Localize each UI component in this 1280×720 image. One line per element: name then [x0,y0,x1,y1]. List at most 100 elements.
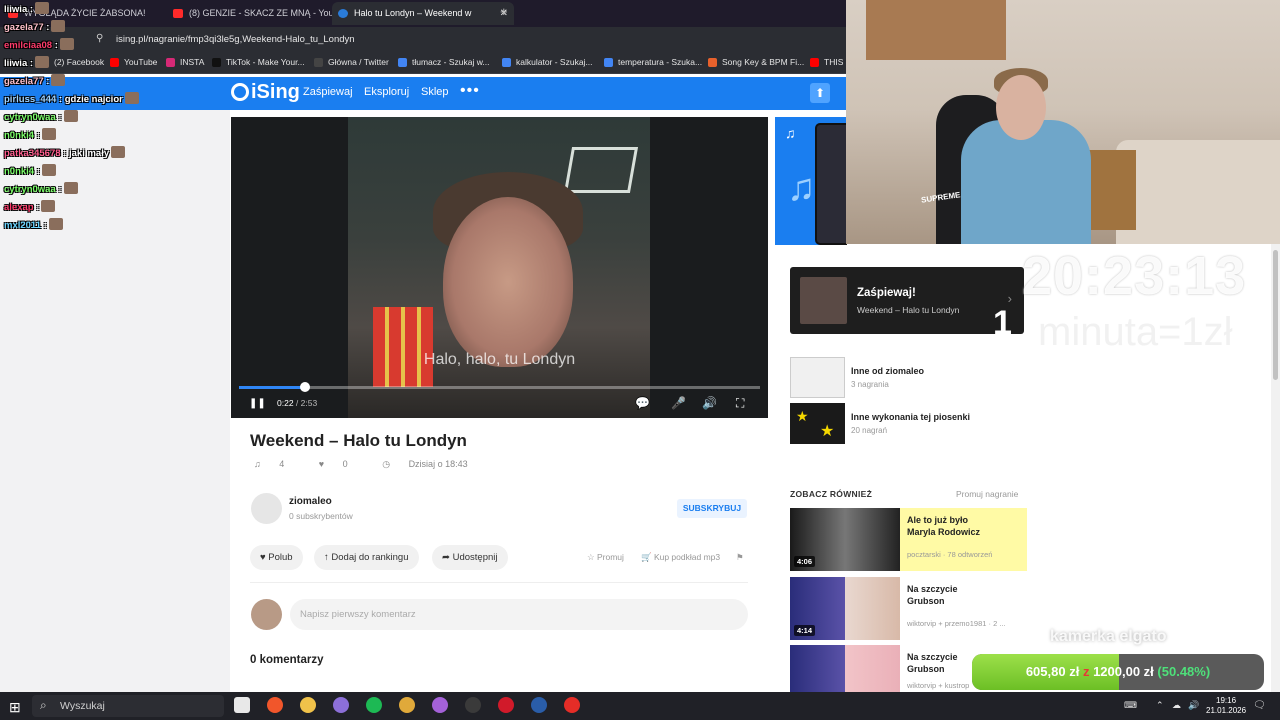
folder-icon[interactable] [300,697,316,713]
nav-eksploruj[interactable]: Eksploruj [364,86,409,98]
recommendation-item[interactable]: 4:06 Ale to już było Maryla Rodowicz poc… [790,508,1027,571]
overlay-counter: 1 [993,304,1012,342]
bookmark-item[interactable]: Główna / Twitter [314,57,389,67]
chrome-icon[interactable] [333,697,349,713]
app-icon[interactable] [432,697,448,713]
bookmark-item[interactable]: kalkulator - Szukaj... [502,57,593,67]
chat-username: patka345678 [4,148,61,159]
sing-this-song-card[interactable]: Zaśpiewaj! Weekend – Halo tu Londyn › [790,267,1024,334]
chat-separator: : [27,58,34,69]
chat-message: gazela77 : [4,20,66,33]
notification-icon[interactable]: 🗨 [1253,700,1266,711]
promote-recording-link[interactable]: Promuj nagranie [956,489,1018,499]
media-icon[interactable] [399,697,415,713]
chat-separator: : [27,4,34,15]
report-flag-icon[interactable]: ⚑ [736,552,744,563]
windows-start-icon[interactable]: ⊞ [9,699,21,716]
bookmark-icon [314,58,323,67]
related-thumbnail[interactable] [790,357,845,398]
related-title[interactable]: Inne od ziomaleo [851,366,924,376]
pause-icon[interactable]: ❚❚ [249,398,266,409]
network-icon[interactable]: ☁ [1172,700,1181,711]
bookmark-item[interactable]: TikTok - Make Your... [212,57,305,67]
bookmark-item[interactable]: INSTA [166,57,204,67]
add-to-ranking-button[interactable]: ↑ Dodaj do rankingu [314,545,419,570]
video-frame [348,117,650,418]
keyboard-icon[interactable]: ⌨ [1124,700,1137,711]
recommendation-title-text: Ale to już było Maryla Rodowicz [907,515,981,537]
volume-icon[interactable]: 🔊 [1188,700,1199,711]
search-label[interactable]: Wyszukaj [60,700,105,712]
volume-icon[interactable]: 🔊 [702,396,717,410]
youtube-icon[interactable] [564,697,580,713]
streamer-head [996,75,1046,140]
author-name[interactable]: ziomaleo [289,496,332,507]
chat-username: mxl2011 [4,220,41,231]
sing-card-title: Zaśpiewaj! [857,287,916,299]
scrollbar-thumb[interactable] [1273,250,1278,380]
recommendation-item[interactable]: 4:14 Na szczycie Grubson wiktorvip + prz… [790,577,1027,640]
fullscreen-icon[interactable]: ⛶ [736,396,744,411]
related-thumbnail[interactable]: ★ ★ [790,403,845,444]
video-progress-bar[interactable] [239,382,760,392]
bookmark-item[interactable]: YouTube [110,57,157,67]
bookmark-icon [810,58,819,67]
promote-button[interactable]: ☆ Promuj [587,552,624,563]
address-bar[interactable]: ⚲ ising.pl/nagranie/fmp3qi3le5g,Weekend-… [0,27,846,53]
subtitles-icon[interactable]: 💬 [635,396,650,410]
bookmark-icon [708,58,717,67]
browser-tab-active[interactable]: Halo tu Londyn – Weekend w ✕ [332,2,514,25]
chat-separator: : [33,202,40,213]
bookmark-item[interactable]: tłumacz - Szukaj w... [398,57,489,67]
bookmark-label: Główna / Twitter [328,57,389,67]
taskbar-clock[interactable]: 19:16 21.01.2026 [1206,696,1246,716]
overlay-rate: minuta=1zł [1038,310,1233,354]
bookmark-icon [212,58,221,67]
site-info-icon[interactable]: ⚲ [96,33,103,44]
brave-icon[interactable] [267,697,283,713]
obs-icon[interactable] [465,697,481,713]
like-button[interactable]: ♥ Polub [250,545,303,570]
phone-image [815,123,847,245]
share-button[interactable]: ➦ Udostępnij [432,545,508,570]
bookmark-item[interactable]: (2) Facebook [40,57,104,67]
bookmark-item[interactable]: Song Key & BPM Fi... [708,57,804,67]
file-icon[interactable] [234,697,250,713]
opera-icon[interactable] [498,697,514,713]
nav-sklep[interactable]: Sklep [421,86,449,98]
buy-backing-track-button[interactable]: 🛒 Kup podkład mp3 [641,552,720,563]
chat-username: cytryn0waa [4,112,56,123]
chat-emote-icon [41,200,56,212]
related-title[interactable]: Inne wykonania tej piosenki [851,412,970,422]
comment-input[interactable]: Napisz pierwszy komentarz [290,599,748,630]
nav-zaspiewaj[interactable]: Zaśpiewaj [303,86,353,98]
chat-text: jaki mały [66,148,110,159]
url-text[interactable]: ising.pl/nagranie/fmp3qi3le5g,Weekend-Ha… [116,34,355,45]
steam-icon[interactable] [531,697,547,713]
video-player[interactable]: Halo, halo, tu Londyn ❚❚ 0:22 / 2:53 💬 🎤… [231,117,768,418]
browser-tab-2[interactable]: (8) GENZIE - SKACZ ZE MNĄ - YouTu [167,4,347,23]
page-scrollbar[interactable] [1271,244,1280,692]
search-icon: ⌕ [40,698,47,712]
chat-separator: : [40,220,47,231]
video-progress-knob[interactable] [300,382,311,392]
chat-separator: : [52,40,58,51]
promo-banner[interactable]: ♫ ♫ [775,117,847,245]
author-avatar[interactable] [251,493,282,524]
related-subtitle: 20 nagrań [851,426,888,435]
bookmark-item[interactable]: temperatura - Szuka... [604,57,702,67]
subscribe-button[interactable]: SUBSKRYBUJ [677,499,747,518]
ising-logo[interactable]: iSing [231,81,300,104]
ising-logo-icon [231,83,249,101]
chevron-up-icon[interactable]: ⌃ [1156,700,1164,711]
author-subscribers: 0 subskrybentów [289,511,353,521]
upload-icon[interactable]: ⬆ [810,83,830,103]
chat-message: n0nki4 : [4,164,56,177]
donation-goal-text: 605,80 zł z 1200,00 zł (50.48%) [972,654,1264,690]
spotify-icon[interactable] [366,697,382,713]
neon-light [563,147,639,193]
more-icon[interactable]: ••• [460,82,480,100]
microphone-icon[interactable]: 🎤 [671,396,686,410]
new-tab-button[interactable]: + [500,4,508,19]
background-cans [373,307,433,387]
